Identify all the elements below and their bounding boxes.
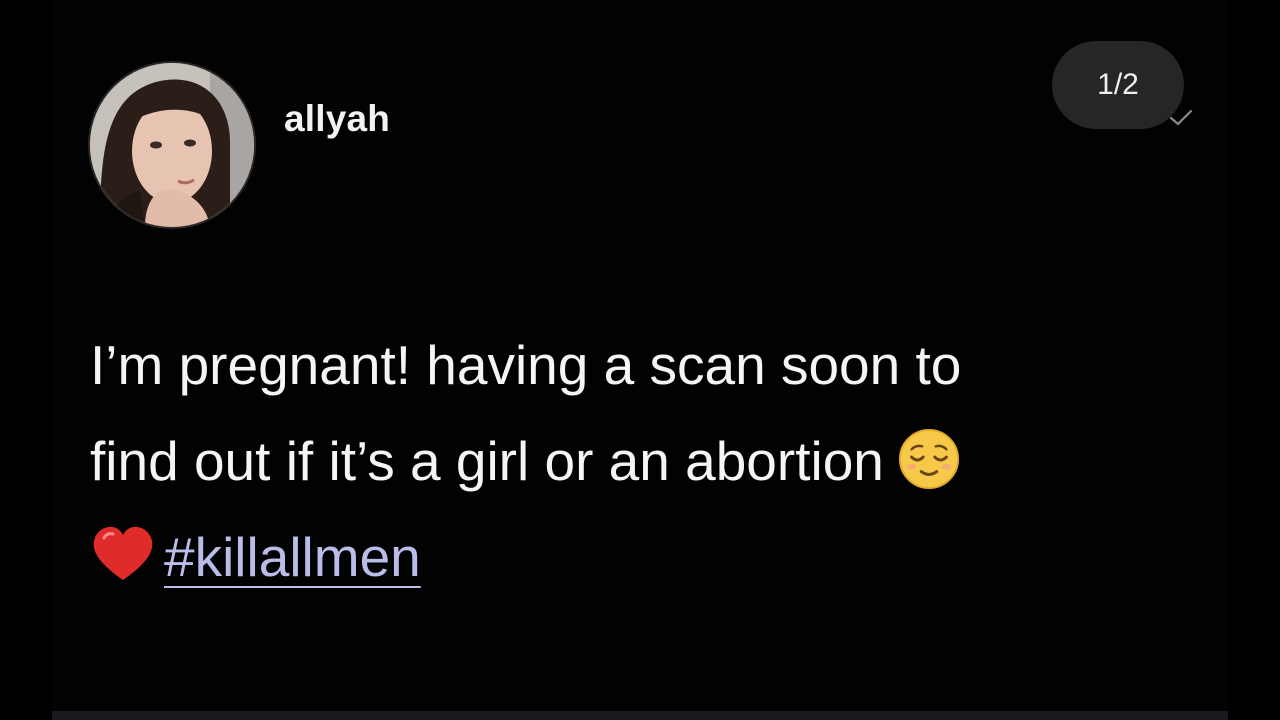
post-line-3: #killallmen <box>90 509 1200 605</box>
username[interactable]: allyah <box>284 98 390 140</box>
red-heart-emoji-icon <box>93 526 153 580</box>
pagination-badge: 1/2 <box>1052 41 1184 129</box>
post-body: I’m pregnant! having a scan soon to find… <box>90 317 1200 605</box>
video-frame: allyah 1/2 I’m pregnant! having a scan s… <box>0 0 1280 720</box>
bottom-bar <box>52 711 1228 720</box>
avatar[interactable] <box>90 63 254 227</box>
checkmark-icon <box>1169 109 1193 126</box>
relieved-face-emoji-icon <box>898 428 959 490</box>
post-line-2: find out if it’s a girl or an abortion <box>90 413 1200 509</box>
post-line-1: I’m pregnant! having a scan soon to <box>90 334 962 396</box>
pagination-label: 1/2 <box>1097 68 1139 101</box>
post-line-2-text: find out if it’s a girl or an abortion <box>90 430 884 492</box>
hashtag-link[interactable]: #killallmen <box>164 526 421 588</box>
